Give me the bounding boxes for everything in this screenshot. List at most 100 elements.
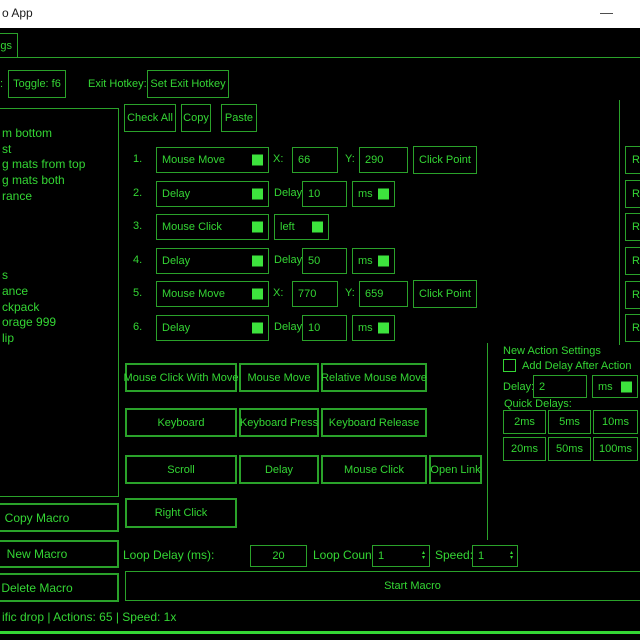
loop-delay-input[interactable]: 20: [250, 545, 307, 567]
start-macro-button[interactable]: Start Macro: [125, 571, 640, 601]
macro-listbox[interactable]: m bottom st g mats from top g mats both …: [0, 108, 119, 497]
quick-delay-50ms-button[interactable]: 50ms: [548, 437, 591, 461]
spinner-down-icon[interactable]: ▾: [422, 556, 425, 561]
add-delay-checkbox[interactable]: [503, 359, 516, 372]
delay-unit-dropdown[interactable]: ms: [352, 315, 395, 341]
list-item[interactable]: [0, 205, 118, 221]
remove-action-button[interactable]: R: [625, 180, 640, 208]
delete-macro-button[interactable]: Delete Macro: [0, 573, 119, 602]
list-item[interactable]: st: [0, 142, 118, 158]
quick-delay-20ms-button[interactable]: 20ms: [503, 437, 546, 461]
copy-macro-button[interactable]: Copy Macro: [0, 503, 119, 532]
remove-action-button[interactable]: R: [625, 281, 640, 309]
delay-value: 10: [308, 322, 320, 334]
list-item[interactable]: m bottom: [0, 126, 118, 142]
delay-input[interactable]: 10: [302, 181, 347, 207]
delay-unit-dropdown[interactable]: ms: [352, 181, 395, 207]
settings-delay-value: 2: [539, 381, 545, 393]
mouse-button-dropdown[interactable]: left: [274, 214, 329, 240]
tab-settings[interactable]: gs: [0, 33, 18, 58]
action-type-dropdown[interactable]: Delay: [156, 248, 269, 274]
x-input[interactable]: 66: [292, 147, 338, 173]
status-bar-text: ific drop | Actions: 65 | Speed: 1x: [2, 610, 176, 624]
spinner-icons[interactable]: ▴ ▾: [510, 551, 513, 561]
settings-delay-input[interactable]: 2: [533, 375, 587, 398]
remove-action-button[interactable]: R: [625, 314, 640, 342]
delay-unit-value: ms: [358, 255, 373, 267]
delay-unit-value: ms: [358, 188, 373, 200]
list-item[interactable]: lip: [0, 331, 118, 347]
list-item[interactable]: g mats both: [0, 173, 118, 189]
x-input[interactable]: 770: [292, 281, 338, 307]
list-item[interactable]: ckpack: [0, 300, 118, 316]
add-mouse-move-button[interactable]: Mouse Move: [239, 363, 319, 392]
remove-action-button[interactable]: R: [625, 247, 640, 275]
y-label: Y:: [345, 153, 355, 166]
copy-button[interactable]: Copy: [181, 104, 211, 132]
list-item[interactable]: [0, 252, 118, 268]
add-mouse-click-button[interactable]: Mouse Click: [321, 455, 427, 484]
minimize-icon[interactable]: —: [600, 5, 613, 20]
set-exit-hotkey-button[interactable]: Set Exit Hotkey: [147, 70, 229, 98]
action-list-right-divider: [619, 100, 620, 345]
quick-delay-100ms-button[interactable]: 100ms: [593, 437, 638, 461]
dropdown-indicator-icon: [312, 222, 323, 233]
action-type-value: Delay: [162, 188, 190, 200]
action-type-dropdown[interactable]: Delay: [156, 315, 269, 341]
list-item[interactable]: ance: [0, 284, 118, 300]
add-keyboard-button[interactable]: Keyboard: [125, 408, 237, 437]
loop-count-stepper[interactable]: 1 ▴ ▾: [372, 545, 430, 567]
action-type-dropdown[interactable]: Mouse Move: [156, 147, 269, 173]
settings-delay-unit-dropdown[interactable]: ms: [592, 375, 638, 398]
list-item[interactable]: s: [0, 268, 118, 284]
settings-delay-unit-value: ms: [598, 381, 613, 393]
quick-delay-10ms-button[interactable]: 10ms: [593, 410, 638, 434]
spinner-down-icon[interactable]: ▾: [510, 556, 513, 561]
delay-value: 50: [308, 255, 320, 267]
delay-unit-dropdown[interactable]: ms: [352, 248, 395, 274]
list-item[interactable]: orage 999: [0, 315, 118, 331]
dropdown-indicator-icon: [252, 155, 263, 166]
add-open-link-button[interactable]: Open Link: [429, 455, 482, 484]
click-point-button[interactable]: Click Point: [413, 146, 477, 174]
quick-delay-5ms-button[interactable]: 5ms: [548, 410, 591, 434]
add-keyboard-release-button[interactable]: Keyboard Release: [321, 408, 427, 437]
y-label: Y:: [345, 287, 355, 300]
y-input[interactable]: 659: [359, 281, 408, 307]
y-input[interactable]: 290: [359, 147, 408, 173]
add-delay-button[interactable]: Delay: [239, 455, 319, 484]
speed-stepper[interactable]: 1 ▴ ▾: [472, 545, 518, 567]
add-keyboard-press-button[interactable]: Keyboard Press: [239, 408, 319, 437]
list-item[interactable]: rance: [0, 189, 118, 205]
quick-delay-2ms-button[interactable]: 2ms: [503, 410, 546, 434]
remove-action-button[interactable]: R: [625, 146, 640, 174]
new-macro-button[interactable]: New Macro: [0, 540, 119, 568]
exit-hotkey-label: Exit Hotkey:: [88, 78, 147, 91]
action-type-dropdown[interactable]: Mouse Click: [156, 214, 269, 240]
speed-value: 1: [478, 550, 484, 562]
delay-input[interactable]: 10: [302, 315, 347, 341]
loop-delay-label: Loop Delay (ms):: [123, 548, 214, 562]
add-mouse-click-with-move-button[interactable]: Mouse Click With Move: [125, 363, 237, 392]
loop-count-label: Loop Count:: [313, 548, 378, 562]
x-value: 66: [298, 154, 310, 166]
list-item[interactable]: [0, 221, 118, 237]
toggle-hotkey-button[interactable]: Toggle: f6: [8, 70, 66, 98]
spinner-icons[interactable]: ▴ ▾: [422, 551, 425, 561]
action-row-number: 4.: [133, 254, 142, 267]
action-type-dropdown[interactable]: Mouse Move: [156, 281, 269, 307]
add-relative-mouse-move-button[interactable]: Relative Mouse Move: [321, 363, 427, 392]
list-item[interactable]: [0, 110, 118, 126]
tab-label: gs: [0, 40, 12, 52]
delay-input[interactable]: 50: [302, 248, 347, 274]
click-point-button[interactable]: Click Point: [413, 280, 477, 308]
remove-action-button[interactable]: R: [625, 213, 640, 241]
add-scroll-button[interactable]: Scroll: [125, 455, 237, 484]
check-all-button[interactable]: Check All: [124, 104, 176, 132]
list-item[interactable]: g mats from top: [0, 157, 118, 173]
paste-button[interactable]: Paste: [221, 104, 257, 132]
list-item[interactable]: [0, 236, 118, 252]
action-type-value: Mouse Move: [162, 154, 225, 166]
action-type-dropdown[interactable]: Delay: [156, 181, 269, 207]
add-right-click-button[interactable]: Right Click: [125, 498, 237, 528]
